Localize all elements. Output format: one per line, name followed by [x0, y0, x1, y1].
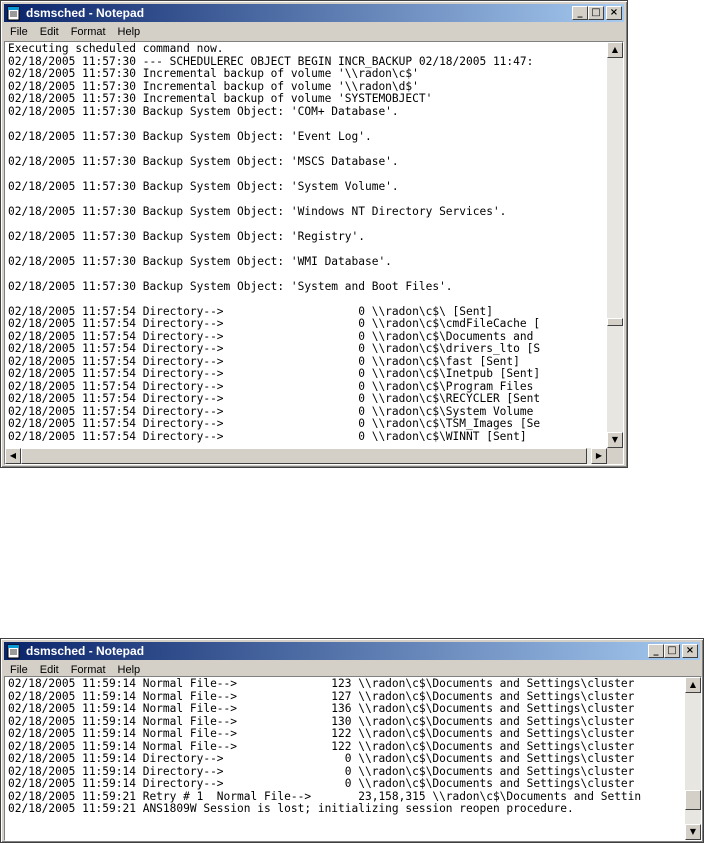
log-line: 02/18/2005 11:57:30 Backup System Object… — [8, 154, 399, 168]
window-title: dsmsched - Notepad — [26, 644, 145, 658]
scroll-down-button[interactable]: ▼ — [685, 824, 701, 840]
log-line: 02/18/2005 11:57:54 Directory--> 0 \\rad… — [8, 429, 527, 443]
log-line: 02/18/2005 11:57:30 Incremental backup o… — [8, 67, 419, 80]
log-line: 02/18/2005 11:59:14 Normal File--> 122 \… — [8, 727, 635, 740]
maximize-button[interactable]: □ — [588, 6, 604, 20]
horizontal-scrollbar[interactable]: ◀ ▶ — [5, 448, 607, 464]
vertical-scrollbar[interactable]: ▲ ▼ — [607, 42, 623, 448]
scroll-right-button[interactable]: ▶ — [591, 448, 607, 464]
scroll-up-button[interactable]: ▲ — [607, 42, 623, 58]
log-line: 02/18/2005 11:59:14 Normal File--> 136 \… — [8, 702, 635, 715]
log-line: 02/18/2005 11:57:54 Directory--> 0 \\rad… — [8, 367, 541, 380]
log-line: 02/18/2005 11:57:30 Backup System Object… — [8, 254, 392, 268]
maximize-button[interactable]: □ — [664, 644, 680, 658]
minimize-button[interactable]: _ — [648, 644, 664, 658]
text-content: Executing scheduled command now. 02/18/20… — [8, 42, 541, 443]
notepad-app-icon — [7, 6, 20, 21]
scroll-up-button[interactable]: ▲ — [685, 677, 701, 693]
scroll-left-button[interactable]: ◀ — [5, 448, 21, 464]
log-line: 02/18/2005 11:57:30 Backup System Object… — [8, 279, 453, 293]
log-line: 02/18/2005 11:57:54 Directory--> 0 \\rad… — [8, 317, 541, 330]
menu-edit[interactable]: Edit — [34, 23, 65, 41]
log-line: 02/18/2005 11:57:30 Backup System Object… — [8, 104, 399, 118]
hscroll-thumb[interactable] — [21, 448, 587, 464]
log-line: 02/18/2005 11:57:30 Backup System Object… — [8, 179, 399, 193]
log-line: 02/18/2005 11:57:54 Directory--> 0 \\rad… — [8, 392, 541, 405]
log-line: 02/18/2005 11:57:54 Directory--> 0 \\rad… — [8, 417, 541, 430]
log-line: 02/18/2005 11:59:21 ANS1809W Session is … — [8, 802, 574, 815]
text-editor[interactable]: Executing scheduled command now. 02/18/20… — [4, 41, 624, 465]
log-line: 02/18/2005 11:59:14 Normal File--> 123 \… — [8, 677, 635, 690]
window-title: dsmsched - Notepad — [26, 6, 145, 20]
log-line: 02/18/2005 11:57:30 Backup System Object… — [8, 204, 507, 218]
log-line: 02/18/2005 11:57:30 Incremental backup o… — [8, 92, 433, 105]
scroll-down-button[interactable]: ▼ — [607, 432, 623, 448]
log-line: 02/18/2005 11:57:54 Directory--> 0 \\rad… — [8, 342, 541, 355]
scroll-thumb[interactable] — [685, 790, 701, 810]
notepad-app-icon — [7, 644, 20, 659]
menu-help[interactable]: Help — [112, 23, 147, 41]
text-editor[interactable]: 02/18/2005 11:59:14 Normal File--> 123 \… — [4, 676, 702, 841]
log-line: 02/18/2005 11:57:30 Backup System Object… — [8, 129, 372, 143]
scroll-thumb[interactable] — [607, 318, 623, 326]
title-bar[interactable]: dsmsched - Notepad _ □ × — [4, 642, 700, 660]
menu-bar: File Edit Format Help — [4, 23, 624, 41]
minimize-button[interactable]: _ — [572, 6, 588, 20]
menu-format[interactable]: Format — [65, 23, 112, 41]
title-bar[interactable]: dsmsched - Notepad _ □ × — [4, 4, 624, 22]
notepad-window-1: dsmsched - Notepad _ □ × File Edit Forma… — [0, 0, 628, 468]
log-line: Executing scheduled command now. — [8, 42, 224, 55]
log-line: 02/18/2005 11:59:14 Directory--> 0 \\rad… — [8, 777, 635, 790]
text-content: 02/18/2005 11:59:14 Normal File--> 123 \… — [8, 677, 641, 816]
close-button[interactable]: × — [682, 644, 698, 658]
resize-grip[interactable] — [607, 448, 623, 464]
notepad-window-2: dsmsched - Notepad _ □ × File Edit Forma… — [0, 638, 704, 843]
log-line: 02/18/2005 11:57:30 Backup System Object… — [8, 229, 365, 243]
close-button[interactable]: × — [606, 6, 622, 20]
log-line: 02/18/2005 11:59:14 Directory--> 0 \\rad… — [8, 752, 635, 765]
vertical-scrollbar[interactable]: ▲ ▼ — [685, 677, 701, 840]
menu-file[interactable]: File — [4, 23, 34, 41]
